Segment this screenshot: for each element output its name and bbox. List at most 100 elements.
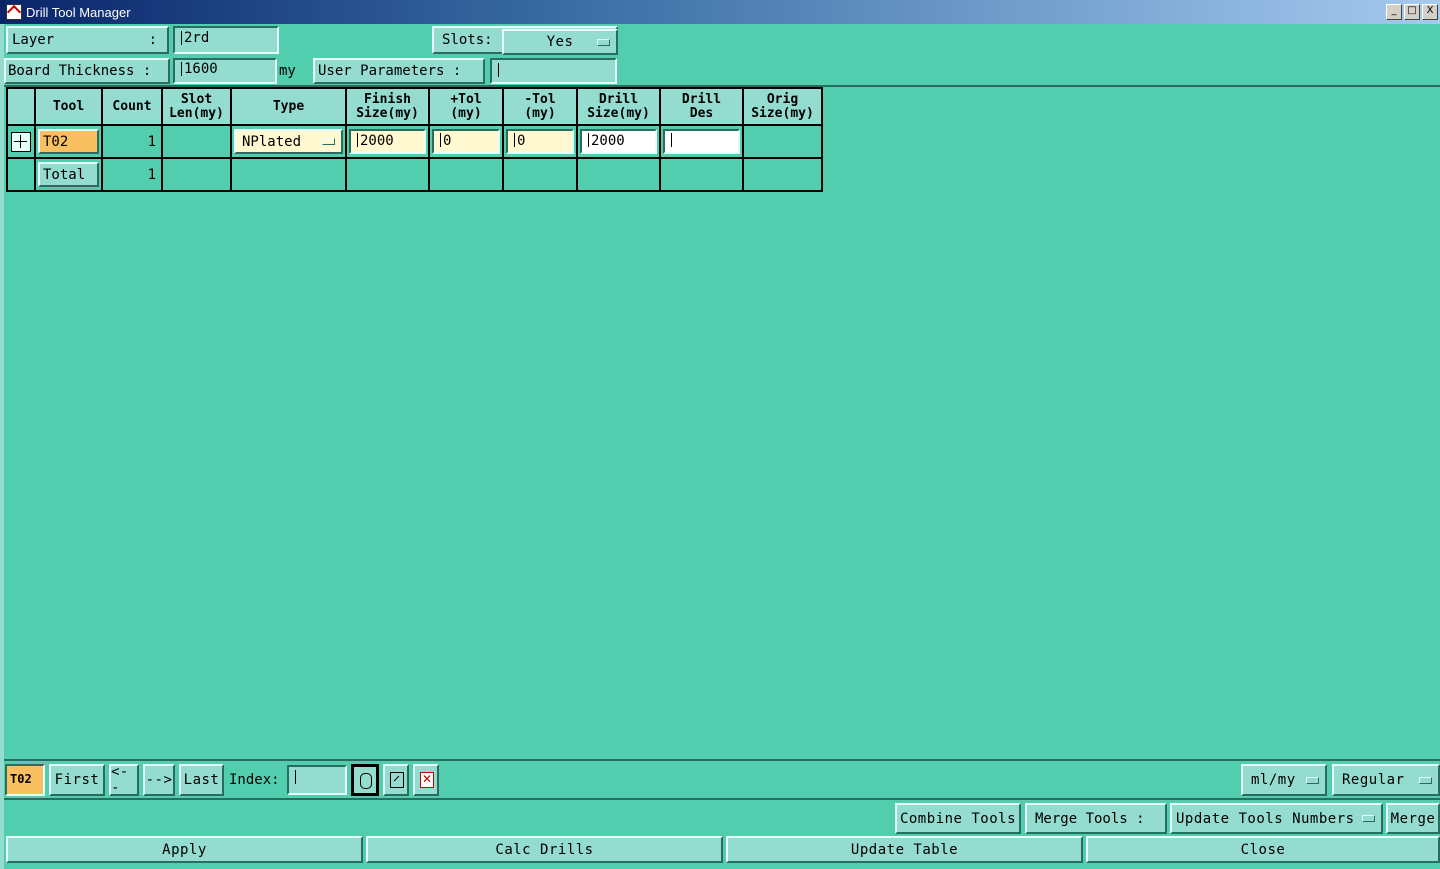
tool-cell[interactable]: T02	[34, 124, 103, 159]
slots-group: Slots: Yes	[432, 26, 618, 55]
text-cursor-icon	[357, 133, 358, 147]
first-button[interactable]: First	[49, 764, 105, 796]
layer-field[interactable]: 2rd	[173, 26, 279, 54]
minimize-button[interactable]: _	[1386, 4, 1402, 20]
empty-cell	[230, 157, 347, 192]
mode-value: Regular	[1342, 772, 1405, 788]
header-line: Size(my)	[356, 105, 419, 121]
header-line: -Tol	[524, 91, 556, 107]
drill-des-input[interactable]	[663, 129, 740, 154]
finish-size-input[interactable]: 2000	[349, 129, 426, 154]
empty-cell	[161, 157, 232, 192]
plus-tol-cell[interactable]: 0	[428, 124, 504, 159]
finish-size-column-header: Finish Size(my)	[345, 87, 430, 126]
combine-tools-button[interactable]: Combine Tools	[895, 803, 1021, 834]
text-cursor-icon	[514, 133, 515, 147]
title-bar: Drill Tool Manager _ □ X	[0, 0, 1440, 24]
board-thickness-value: 1600	[184, 61, 218, 77]
tool-button[interactable]: T02	[38, 129, 99, 154]
total-label-cell[interactable]: Total	[34, 157, 103, 192]
drill-size-input[interactable]: 2000	[580, 129, 657, 154]
drill-des-column-header: Drill Des	[659, 87, 744, 126]
total-count-value: 1	[147, 166, 156, 183]
slots-value: Yes	[546, 34, 574, 50]
next-button[interactable]: -->	[143, 764, 175, 796]
user-parameters-label: User Parameters :	[313, 58, 485, 84]
count-column-header: Count	[101, 87, 163, 126]
minus-tol-value: 0	[517, 133, 526, 149]
slots-dropdown[interactable]: Yes	[502, 29, 618, 55]
orig-size-cell	[742, 124, 823, 159]
refresh-button[interactable]	[383, 764, 409, 796]
total-row: Total 1	[6, 157, 823, 192]
dropdown-icon	[597, 38, 610, 46]
text-cursor-icon	[588, 133, 589, 147]
type-cell[interactable]: NPlated	[230, 124, 347, 159]
total-count-cell: 1	[101, 157, 163, 192]
slots-label: Slots:	[442, 32, 493, 48]
footer-divider	[4, 759, 1440, 761]
header-line: Len(my)	[169, 105, 224, 121]
nav-divider	[4, 798, 1440, 800]
units-dropdown[interactable]: ml/my	[1241, 764, 1327, 796]
mode-dropdown[interactable]: Regular	[1332, 764, 1440, 796]
header-line: Size(my)	[587, 105, 650, 121]
calc-drills-button[interactable]: Calc Drills	[366, 836, 723, 863]
text-cursor-icon	[181, 62, 182, 76]
layer-label[interactable]: Layer :	[6, 26, 169, 54]
minus-tol-cell[interactable]: 0	[502, 124, 578, 159]
update-table-button[interactable]: Update Table	[726, 836, 1083, 863]
expand-icon[interactable]	[11, 131, 31, 152]
minus-tol-input[interactable]: 0	[506, 129, 574, 154]
window-border	[0, 24, 4, 869]
row-select-cell[interactable]	[6, 124, 36, 159]
empty-cell	[659, 157, 744, 192]
current-tool-indicator: T02	[5, 764, 45, 796]
header-line: Drill	[598, 91, 639, 107]
merge-button[interactable]: Merge	[1386, 803, 1440, 834]
header-line: Slot	[180, 91, 213, 107]
index-label: Index:	[229, 772, 280, 788]
close-window-button[interactable]: X	[1422, 4, 1438, 20]
dropdown-icon	[1419, 776, 1432, 784]
units-value: ml/my	[1251, 772, 1296, 788]
delete-button[interactable]: ✕	[413, 764, 439, 796]
refresh-icon	[390, 772, 404, 788]
total-button[interactable]: Total	[38, 162, 99, 187]
index-input[interactable]	[287, 765, 347, 795]
count-value: 1	[147, 133, 156, 150]
window-title: Drill Tool Manager	[26, 4, 131, 20]
header-line: Drill	[681, 91, 722, 107]
empty-cell	[502, 157, 578, 192]
header-line: Size(my)	[751, 105, 814, 121]
delete-icon: ✕	[420, 772, 434, 788]
text-cursor-icon	[295, 770, 296, 784]
last-button[interactable]: Last	[179, 764, 224, 796]
search-icon	[360, 773, 372, 789]
type-column-header: Type	[230, 87, 347, 126]
search-tool-button[interactable]	[351, 764, 379, 796]
count-cell: 1	[101, 124, 163, 159]
drill-des-cell[interactable]	[659, 124, 744, 159]
apply-button[interactable]: Apply	[6, 836, 363, 863]
tool-column-header: Tool	[34, 87, 103, 126]
board-thickness-label: Board Thickness :	[4, 58, 170, 84]
slot-len-cell	[161, 124, 232, 159]
maximize-button[interactable]: □	[1404, 4, 1420, 20]
close-button[interactable]: Close	[1086, 836, 1440, 863]
plus-tol-input[interactable]: 0	[432, 129, 500, 154]
header-line: Orig	[766, 91, 799, 107]
table-header-row: Tool Count Slot Len(my) Type Finish Size(m…	[6, 87, 823, 126]
empty-cell	[576, 157, 661, 192]
user-parameters-field[interactable]	[490, 58, 617, 84]
merge-option-dropdown[interactable]: Update Tools Numbers	[1170, 803, 1383, 834]
total-select-cell	[6, 157, 36, 192]
type-dropdown[interactable]: NPlated	[234, 129, 343, 154]
empty-cell	[428, 157, 504, 192]
finish-size-cell[interactable]: 2000	[345, 124, 430, 159]
board-thickness-field[interactable]: 1600	[173, 58, 277, 84]
select-column-header	[6, 87, 36, 126]
prev-button[interactable]: <--	[109, 764, 139, 796]
drill-size-cell[interactable]: 2000	[576, 124, 661, 159]
board-thickness-unit: my	[279, 63, 296, 79]
